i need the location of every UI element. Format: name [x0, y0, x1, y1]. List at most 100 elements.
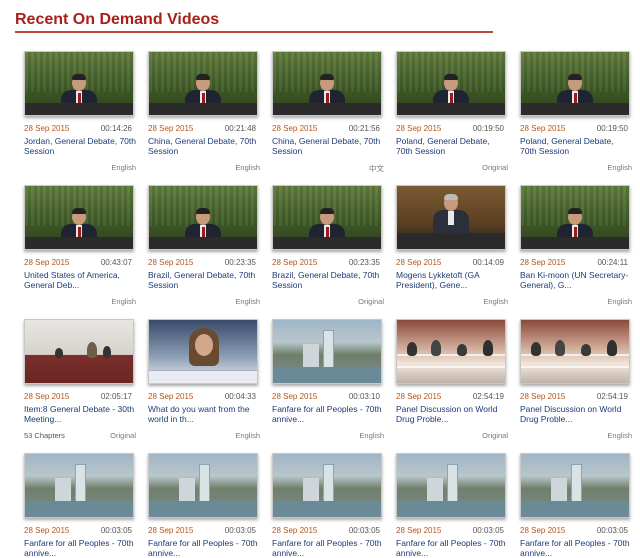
video-meta: 28 Sep 2015 00:03:05 — [24, 526, 132, 535]
video-date: 28 Sep 2015 — [396, 392, 442, 401]
video-card[interactable]: 28 Sep 2015 00:23:35 Brazil, General Debat… — [272, 185, 384, 306]
podium — [149, 103, 257, 115]
video-card[interactable]: 28 Sep 2015 00:21:48 China, General Debate… — [148, 51, 260, 172]
video-language[interactable]: English — [235, 297, 260, 306]
un-headquarters-aerial-scene — [521, 454, 629, 517]
video-meta: 28 Sep 2015 00:19:50 — [520, 124, 628, 133]
video-language[interactable]: English — [607, 431, 632, 440]
video-thumbnail[interactable] — [148, 453, 258, 518]
video-card[interactable]: 28 Sep 2015 00:24:11 Ban Ki-moon (UN Secre… — [520, 185, 632, 306]
video-thumbnail[interactable] — [148, 51, 258, 116]
video-duration: 00:03:10 — [348, 392, 380, 401]
video-meta: 28 Sep 2015 00:23:35 — [148, 258, 256, 267]
video-title-link[interactable]: What do you want from the world in th... — [148, 404, 260, 424]
video-language[interactable]: English — [359, 431, 384, 440]
video-card[interactable]: 28 Sep 2015 00:43:07 United States of Amer… — [24, 185, 136, 306]
video-date: 28 Sep 2015 — [24, 258, 70, 267]
chapters-count[interactable]: 53 Chapters — [24, 431, 65, 440]
interview-video-scene — [149, 320, 257, 383]
speaker-thumbnail-scene — [397, 52, 505, 115]
video-date: 28 Sep 2015 — [396, 526, 442, 535]
video-card[interactable]: 28 Sep 2015 00:14:26 Jordan, General Debat… — [24, 51, 136, 172]
video-card[interactable]: 28 Sep 2015 00:19:50 Poland, General Debat… — [396, 51, 508, 172]
video-title-link[interactable]: Fanfare for all Peoples - 70th annive... — [520, 538, 632, 558]
podium — [25, 103, 133, 115]
video-thumbnail[interactable] — [396, 185, 506, 250]
video-card[interactable]: 28 Sep 2015 00:04:33 What do you want from… — [148, 319, 260, 440]
un-headquarters-aerial-scene — [397, 454, 505, 517]
video-language[interactable]: English — [607, 297, 632, 306]
video-meta: 28 Sep 2015 00:21:56 — [272, 124, 380, 133]
video-card[interactable]: 28 Sep 2015 02:54:19 Panel Discussion on W… — [396, 319, 508, 440]
video-language[interactable]: Original — [110, 431, 136, 440]
video-title-link[interactable]: Fanfare for all Peoples - 70th annive... — [396, 538, 508, 558]
video-language[interactable]: English — [607, 163, 632, 172]
video-duration: 02:54:19 — [596, 392, 628, 401]
video-thumbnail[interactable] — [272, 185, 382, 250]
video-thumbnail[interactable] — [520, 453, 630, 518]
video-card[interactable]: 28 Sep 2015 02:54:19 Panel Discussion on W… — [520, 319, 632, 440]
video-thumbnail[interactable] — [520, 185, 630, 250]
video-thumbnail[interactable] — [272, 51, 382, 116]
video-thumbnail[interactable] — [520, 51, 630, 116]
video-title-link[interactable]: Jordan, General Debate, 70th Session — [24, 136, 136, 156]
video-title-link[interactable]: Mogens Lykketoft (GA President), Gene... — [396, 270, 508, 290]
video-language[interactable]: English — [111, 297, 136, 306]
video-card[interactable]: 28 Sep 2015 00:03:10 Fanfare for all Peopl… — [272, 319, 384, 440]
video-card[interactable]: 28 Sep 2015 02:05:17 Item:8 General Debate… — [24, 319, 136, 440]
video-card[interactable]: 28 Sep 2015 00:03:05 Fanfare for all Peopl… — [396, 453, 508, 558]
video-title-link[interactable]: Fanfare for all Peoples - 70th annive... — [272, 404, 384, 424]
video-thumbnail[interactable] — [24, 319, 134, 384]
video-date: 28 Sep 2015 — [148, 124, 194, 133]
video-thumbnail[interactable] — [148, 185, 258, 250]
video-thumbnail[interactable] — [396, 453, 506, 518]
video-language[interactable]: Original — [482, 431, 508, 440]
video-title-link[interactable]: Brazil, General Debate, 70th Session — [148, 270, 260, 290]
video-date: 28 Sep 2015 — [520, 258, 566, 267]
video-title-link[interactable]: Item:8 General Debate - 30th Meeting... — [24, 404, 136, 424]
video-thumbnail[interactable] — [272, 453, 382, 518]
video-title-link[interactable]: Fanfare for all Peoples - 70th annive... — [24, 538, 136, 558]
video-duration: 00:19:50 — [596, 124, 628, 133]
video-thumbnail[interactable] — [24, 453, 134, 518]
podium — [273, 237, 381, 249]
video-language[interactable]: English — [235, 163, 260, 172]
video-thumbnail[interactable] — [396, 319, 506, 384]
video-meta: 28 Sep 2015 02:05:17 — [24, 392, 132, 401]
video-title-link[interactable]: Panel Discussion on World Drug Proble... — [396, 404, 508, 424]
video-card[interactable]: 28 Sep 2015 00:03:05 Fanfare for all Peopl… — [520, 453, 632, 558]
video-language[interactable]: English — [235, 431, 260, 440]
video-thumbnail[interactable] — [24, 51, 134, 116]
video-language[interactable]: English — [483, 297, 508, 306]
video-thumbnail[interactable] — [24, 185, 134, 250]
video-thumbnail[interactable] — [396, 51, 506, 116]
video-language[interactable]: Original — [358, 297, 384, 306]
video-meta: 28 Sep 2015 02:54:19 — [520, 392, 628, 401]
video-card[interactable]: 28 Sep 2015 00:21:56 China, General Debate… — [272, 51, 384, 174]
video-language[interactable]: Original — [482, 163, 508, 172]
video-title-link[interactable]: China, General Debate, 70th Session — [272, 136, 384, 156]
video-card[interactable]: 28 Sep 2015 00:19:50 Poland, General Debat… — [520, 51, 632, 172]
video-language[interactable]: 中文 — [369, 163, 384, 174]
video-duration: 00:23:35 — [348, 258, 380, 267]
video-title-link[interactable]: Panel Discussion on World Drug Proble... — [520, 404, 632, 424]
video-card[interactable]: 28 Sep 2015 00:03:05 Fanfare for all Peopl… — [272, 453, 384, 558]
video-card[interactable]: 28 Sep 2015 00:03:05 Fanfare for all Peopl… — [24, 453, 136, 558]
video-title-link[interactable]: China, General Debate, 70th Session — [148, 136, 260, 156]
video-thumbnail[interactable] — [520, 319, 630, 384]
video-language[interactable]: English — [111, 163, 136, 172]
video-title-link[interactable]: Fanfare for all Peoples - 70th annive... — [272, 538, 384, 558]
video-title-link[interactable]: Ban Ki-moon (UN Secretary-General), G... — [520, 270, 632, 290]
video-duration: 00:03:05 — [472, 526, 504, 535]
video-date: 28 Sep 2015 — [396, 124, 442, 133]
video-title-link[interactable]: United States of America, General Deb... — [24, 270, 136, 290]
video-card[interactable]: 28 Sep 2015 00:14:09 Mogens Lykketoft (GA … — [396, 185, 508, 306]
video-title-link[interactable]: Poland, General Debate, 70th Session — [520, 136, 632, 156]
video-title-link[interactable]: Poland, General Debate, 70th Session — [396, 136, 508, 156]
video-thumbnail[interactable] — [148, 319, 258, 384]
video-card[interactable]: 28 Sep 2015 00:23:35 Brazil, General Debat… — [148, 185, 260, 306]
video-title-link[interactable]: Fanfare for all Peoples - 70th annive... — [148, 538, 260, 558]
video-card[interactable]: 28 Sep 2015 00:03:05 Fanfare for all Peopl… — [148, 453, 260, 558]
video-thumbnail[interactable] — [272, 319, 382, 384]
video-title-link[interactable]: Brazil, General Debate, 70th Session — [272, 270, 384, 290]
